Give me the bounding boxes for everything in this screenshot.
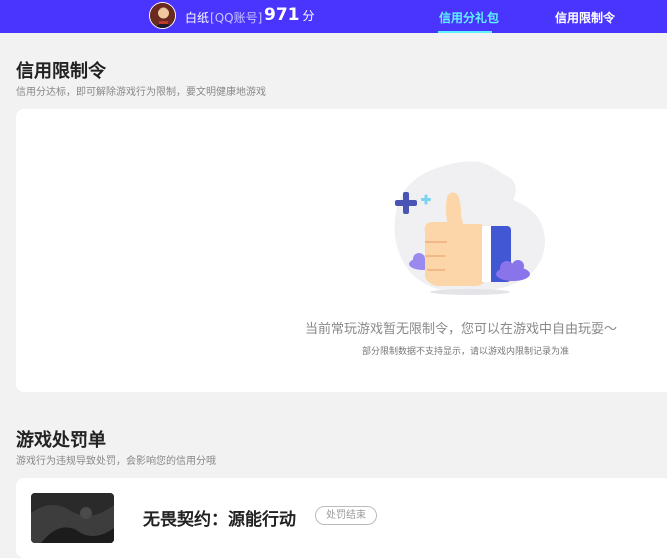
empty-state-note: 部分限制数据不支持显示，请以游戏内限制记录为准 (362, 347, 570, 357)
restriction-section-title: 信用限制令 (16, 61, 106, 82)
score-value: 971 (264, 5, 300, 25)
username: 白纸 (185, 11, 210, 25)
restriction-card (16, 109, 667, 392)
game-thumbnail[interactable] (31, 493, 114, 543)
tab-credit-restriction[interactable]: 信用限制令 (555, 9, 615, 26)
score-unit: 分 (302, 9, 315, 23)
tab-credit-gift[interactable]: 信用分礼包 (439, 9, 499, 26)
thumbs-up-icon (385, 152, 550, 301)
empty-state-message: 当前常玩游戏暂无限制令，您可以在游戏中自由玩耍～ (305, 322, 618, 337)
avatar[interactable] (149, 2, 176, 29)
penalty-status-badge: 处罚结束 (315, 506, 377, 525)
account-type: [QQ账号] (210, 11, 263, 25)
penalty-game-title[interactable]: 无畏契约：源能行动 (143, 505, 296, 530)
username-display: 白纸[QQ账号] (185, 9, 262, 26)
penalty-section-subtitle: 游戏行为违规导致处罚，会影响您的信用分哦 (16, 456, 216, 467)
penalty-section-title: 游戏处罚单 (16, 430, 106, 451)
top-nav-bar: 白纸[QQ账号] 971 分 信用分礼包 信用限制令 (0, 0, 667, 33)
active-tab-indicator (438, 31, 492, 33)
restriction-section-subtitle: 信用分达标，即可解除游戏行为限制，要文明健康地游戏 (16, 87, 266, 98)
credit-score: 971 分 (264, 5, 315, 25)
